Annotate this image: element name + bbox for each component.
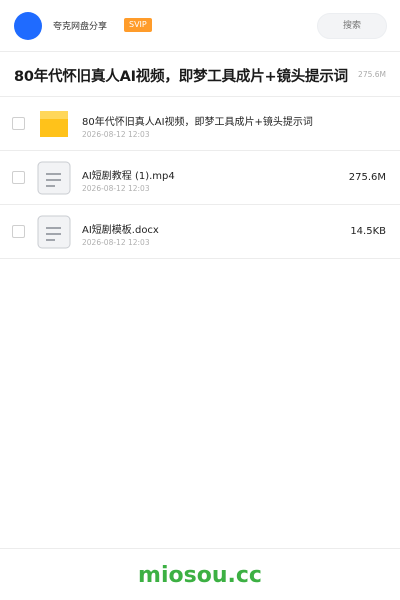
row-checkbox[interactable]: [12, 171, 25, 184]
share-title-row: 80年代怀旧真人AI视频，即梦工具成片+镜头提示词 275.6M: [0, 52, 400, 97]
file-date: 2026-08-12 12:03: [82, 184, 150, 193]
file-date: 2026-08-12 12:03: [82, 130, 150, 139]
page-title: 80年代怀旧真人AI视频，即梦工具成片+镜头提示词: [14, 69, 348, 85]
file-row-document[interactable]: AI短剧模板.docx 2026-08-12 12:03 14.5KB: [0, 205, 400, 259]
file-list: 80年代怀旧真人AI视频，即梦工具成片+镜头提示词 2026-08-12 12:…: [0, 97, 400, 259]
file-size: 275.6M: [348, 172, 386, 183]
app-name: 夸克网盘分享: [53, 22, 108, 32]
row-checkbox[interactable]: [12, 225, 25, 238]
video-file-icon: [37, 161, 71, 195]
file-date: 2026-08-12 12:03: [82, 238, 150, 247]
folder-icon: [37, 107, 71, 141]
avatar[interactable]: [14, 12, 42, 40]
file-row-video[interactable]: AI短剧教程 (1).mp4 2026-08-12 12:03 275.6M: [0, 151, 400, 205]
file-name: 80年代怀旧真人AI视频，即梦工具成片+镜头提示词: [82, 117, 313, 128]
total-size: 275.6M: [358, 70, 386, 79]
svip-badge: SVIP: [124, 18, 152, 32]
footer: miosou.cc: [0, 548, 400, 600]
file-name: AI短剧模板.docx: [82, 225, 159, 236]
document-file-icon: [37, 215, 71, 249]
file-size: 14.5KB: [350, 226, 386, 237]
file-name: AI短剧教程 (1).mp4: [82, 171, 175, 182]
brand-watermark[interactable]: miosou.cc: [0, 563, 400, 588]
share-page: 夸克网盘分享 SVIP 80年代怀旧真人AI视频，即梦工具成片+镜头提示词 27…: [0, 0, 400, 600]
search-input[interactable]: [317, 13, 387, 39]
row-checkbox[interactable]: [12, 117, 25, 130]
header: 夸克网盘分享 SVIP: [0, 0, 400, 52]
file-row-folder[interactable]: 80年代怀旧真人AI视频，即梦工具成片+镜头提示词 2026-08-12 12:…: [0, 97, 400, 151]
